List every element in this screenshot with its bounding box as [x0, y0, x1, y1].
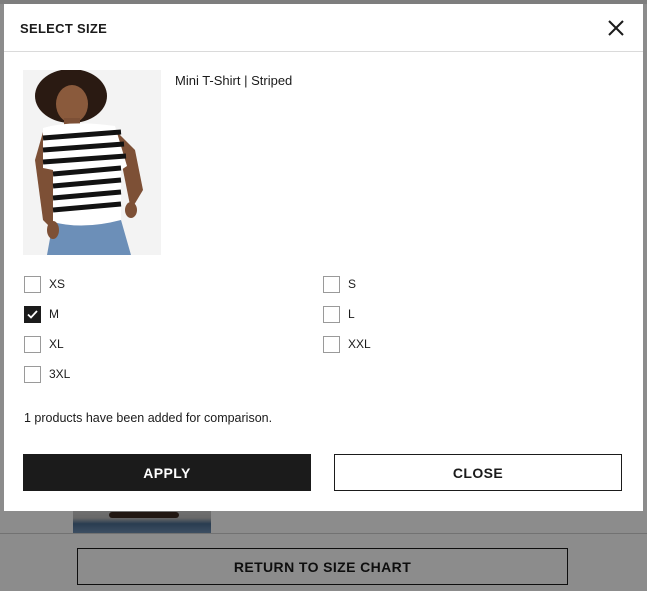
size-checkbox-s[interactable]	[323, 275, 340, 293]
size-checkbox-xxl[interactable]	[323, 335, 340, 353]
size-option-xxl[interactable]: XXL	[323, 335, 371, 353]
size-checkbox-m[interactable]	[24, 305, 41, 323]
size-option-m[interactable]: M	[24, 305, 59, 323]
product-image	[23, 70, 161, 255]
modal-title: SELECT SIZE	[20, 21, 108, 36]
size-option-xs[interactable]: XS	[24, 275, 65, 293]
size-checkbox-xs[interactable]	[24, 275, 41, 293]
size-checkbox-l[interactable]	[323, 305, 340, 323]
close-icon[interactable]	[607, 19, 625, 37]
size-label-xxl: XXL	[348, 337, 371, 351]
size-label-xl: XL	[49, 337, 64, 351]
size-label-xs: XS	[49, 277, 66, 291]
size-label-l: L	[348, 307, 355, 321]
size-label-3xl: 3XL	[49, 367, 71, 381]
checkmark-icon	[27, 309, 38, 319]
size-label-m: M	[49, 307, 59, 321]
size-option-xl[interactable]: XL	[24, 335, 64, 353]
apply-button[interactable]: APPLY	[23, 454, 311, 491]
modal-header: SELECT SIZE	[4, 4, 643, 52]
size-option-s[interactable]: S	[323, 275, 356, 293]
select-size-modal: SELECT SIZE Mini T-Shirt | Striped XS S …	[4, 4, 643, 511]
size-label-s: S	[348, 277, 357, 291]
size-option-3xl[interactable]: 3XL	[24, 365, 70, 383]
comparison-message: 1 products have been added for compariso…	[24, 411, 273, 425]
size-option-l[interactable]: L	[323, 305, 355, 323]
size-checkbox-3xl[interactable]	[24, 365, 41, 383]
product-name: Mini T-Shirt | Striped	[175, 73, 293, 88]
close-button[interactable]: CLOSE	[334, 454, 622, 491]
size-checkbox-xl[interactable]	[24, 335, 41, 353]
